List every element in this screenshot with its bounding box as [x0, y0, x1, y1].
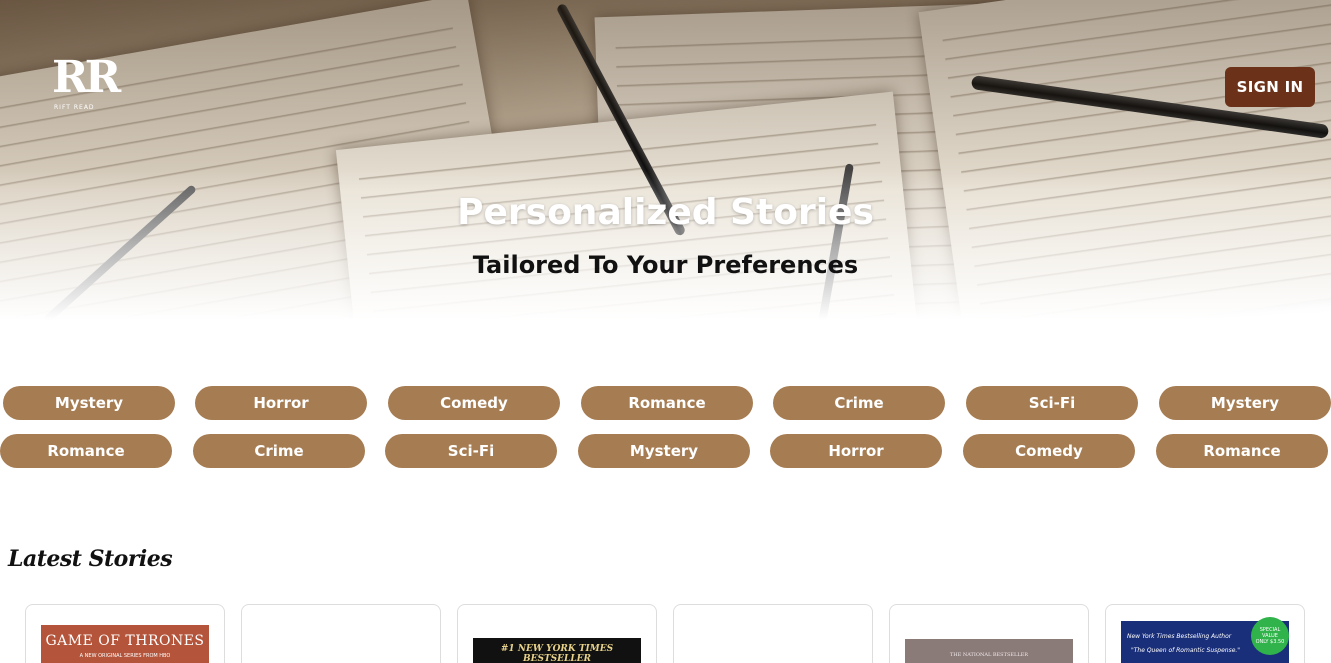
logo-text: RIFT READ	[54, 104, 95, 111]
genre-pill[interactable]: Comedy	[388, 386, 560, 420]
story-card[interactable]	[673, 604, 873, 663]
genre-pill[interactable]: Comedy	[963, 434, 1135, 468]
genre-pill[interactable]: Mystery	[1159, 386, 1331, 420]
book-cover: GAME OF THRONES A NEW ORIGINAL SERIES FR…	[41, 625, 209, 663]
genre-pill[interactable]: Mystery	[578, 434, 750, 468]
genre-pill[interactable]: Sci-Fi	[385, 434, 557, 468]
book-cover: New York Times Bestselling Author "The Q…	[1121, 617, 1289, 663]
hero-title: Personalized Stories	[457, 192, 874, 233]
book-cover: THE NATIONAL BESTSELLER	[905, 639, 1073, 663]
story-card[interactable]: #1 NEW YORK TIMES BESTSELLER	[457, 604, 657, 663]
genre-pill[interactable]: Romance	[1156, 434, 1328, 468]
genre-pill[interactable]: Horror	[195, 386, 367, 420]
story-card[interactable]: GAME OF THRONES A NEW ORIGINAL SERIES FR…	[25, 604, 225, 663]
genre-pill[interactable]: Romance	[581, 386, 753, 420]
special-value-badge: SPECIAL VALUE ONLY $3.50	[1251, 617, 1289, 655]
story-card[interactable]	[241, 604, 441, 663]
genre-row-1: Mystery Horror Comedy Romance Crime Sci-…	[0, 386, 1331, 420]
hero-subtitle: Tailored To Your Preferences	[472, 251, 859, 279]
book-cover: #1 NEW YORK TIMES BESTSELLER	[473, 638, 641, 663]
logo-mark: RR	[52, 52, 121, 103]
story-card[interactable]: New York Times Bestselling Author "The Q…	[1105, 604, 1305, 663]
genre-pill[interactable]: Mystery	[3, 386, 175, 420]
sign-in-button[interactable]: SIGN IN	[1225, 67, 1315, 107]
genre-pill[interactable]: Horror	[770, 434, 942, 468]
genre-pill[interactable]: Crime	[193, 434, 365, 468]
genre-pill[interactable]: Romance	[0, 434, 172, 468]
latest-stories-heading: Latest Stories	[8, 546, 173, 572]
genre-row-2: Romance Crime Sci-Fi Mystery Horror Come…	[0, 434, 1331, 468]
story-card[interactable]: THE NATIONAL BESTSELLER	[889, 604, 1089, 663]
genre-pill[interactable]: Crime	[773, 386, 945, 420]
site-logo[interactable]: RR RIFT READ	[52, 56, 122, 118]
genre-pill[interactable]: Sci-Fi	[966, 386, 1138, 420]
